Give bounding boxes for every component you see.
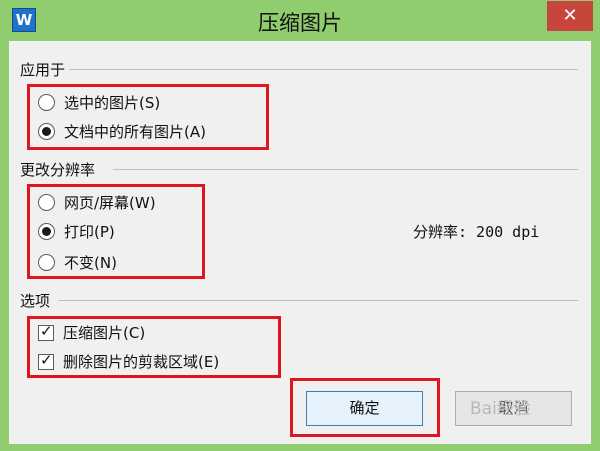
- section-divider: [68, 69, 578, 70]
- close-icon: ✕: [562, 5, 578, 26]
- resolution-label: 更改分辨率: [20, 159, 100, 180]
- close-button[interactable]: ✕: [547, 1, 593, 31]
- section-divider: [113, 169, 578, 170]
- resolution-readout: 分辨率: 200 dpi: [413, 223, 540, 241]
- title-bar[interactable]: W 压缩图片 ✕: [0, 0, 600, 40]
- compress-pictures-dialog: W 压缩图片 ✕ 应用于 选中的图片(S) 文档中的所有图片(A) 更改分辨率 …: [0, 0, 600, 451]
- options-label: 选项: [20, 290, 55, 311]
- highlight-box: [27, 184, 205, 279]
- highlight-box: [290, 378, 440, 437]
- dialog-title: 压缩图片: [258, 11, 342, 35]
- highlight-box: [27, 84, 269, 150]
- baidu-watermark: Bai经验: [470, 399, 531, 419]
- highlight-box: [27, 316, 281, 378]
- section-divider: [58, 300, 578, 301]
- apply-to-label: 应用于: [20, 59, 70, 80]
